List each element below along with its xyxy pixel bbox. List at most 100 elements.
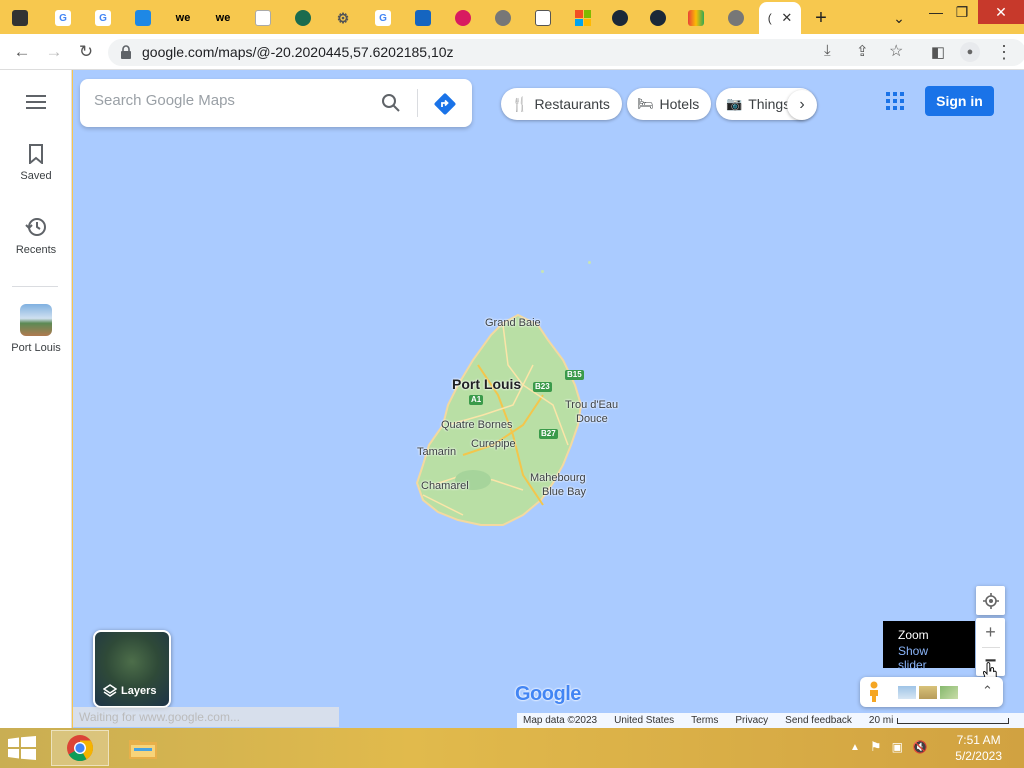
- tab-1[interactable]: [2, 5, 38, 31]
- label-quatre-bornes[interactable]: Quatre Bornes: [441, 419, 513, 431]
- tab-2[interactable]: G: [45, 5, 81, 31]
- tab-9[interactable]: ⚙: [325, 5, 361, 31]
- tab-10[interactable]: G: [365, 5, 401, 31]
- collapse-chevron-icon[interactable]: ⌃: [982, 683, 993, 699]
- sign-in-button[interactable]: Sign in: [925, 86, 994, 116]
- browser-tab-strip: G G we we ⚙ G ( ✕ + ⌄ — ❐ ✕: [0, 0, 1024, 34]
- tab-6[interactable]: we: [205, 5, 241, 31]
- tab-18[interactable]: [678, 5, 714, 31]
- tab-3[interactable]: G: [85, 5, 121, 31]
- tab-11[interactable]: [405, 5, 441, 31]
- chip-label: Restaurants: [534, 96, 610, 112]
- microsoft-icon: [575, 10, 591, 26]
- privacy-link[interactable]: Privacy: [735, 715, 768, 726]
- network-icon[interactable]: ▣: [892, 740, 903, 754]
- address-bar[interactable]: google.com/maps/@-20.2020445,57.6202185,…: [108, 39, 1024, 66]
- grid-app-icon: [12, 10, 28, 26]
- scale-bar[interactable]: 20 mi: [869, 715, 1010, 726]
- label-port-louis[interactable]: Port Louis: [452, 376, 521, 392]
- google-icon: G: [375, 10, 391, 26]
- tab-12[interactable]: [445, 5, 481, 31]
- we-icon: we: [175, 12, 191, 24]
- close-tab-icon[interactable]: ✕: [781, 10, 792, 26]
- restore-button[interactable]: ❐: [950, 0, 974, 24]
- chip-hotels[interactable]: 🛏 Hotels: [627, 88, 712, 120]
- side-panel-icon[interactable]: ◧: [926, 40, 950, 64]
- saved-button[interactable]: Saved: [0, 144, 72, 182]
- folder-icon: [129, 740, 157, 759]
- road-shield-b15: B15: [565, 370, 584, 380]
- label-chamarel[interactable]: Chamarel: [421, 480, 469, 492]
- send-feedback-link[interactable]: Send feedback: [785, 715, 852, 726]
- reload-button[interactable]: ↻: [74, 40, 98, 64]
- search-input[interactable]: [94, 92, 354, 109]
- tab-8[interactable]: [285, 5, 321, 31]
- islet: [541, 270, 544, 273]
- label-grand-baie[interactable]: Grand Baie: [485, 317, 541, 329]
- search-icon[interactable]: [381, 93, 401, 113]
- imagery-thumb-map[interactable]: [940, 686, 958, 699]
- chips-scroll-right-button[interactable]: ›: [787, 90, 817, 120]
- chip-label: Things: [748, 96, 791, 112]
- google-apps-icon[interactable]: [886, 92, 904, 110]
- steam-icon: [612, 10, 628, 26]
- app-icon: [688, 10, 704, 26]
- my-location-button[interactable]: [976, 586, 1005, 615]
- menu-button[interactable]: [0, 94, 72, 116]
- layers-label: Layers: [121, 685, 157, 697]
- zoom-tooltip-subtitle[interactable]: Show slider: [898, 644, 960, 672]
- recents-button[interactable]: Recents: [0, 216, 72, 256]
- bed-icon: 🛏: [637, 96, 654, 111]
- active-tab[interactable]: ( ✕: [759, 2, 801, 34]
- action-center-flag-icon[interactable]: ⚑: [870, 739, 882, 755]
- zoom-in-button[interactable]: +: [985, 619, 996, 647]
- label-mahebourg[interactable]: Mahebourg: [530, 472, 586, 484]
- tab-5[interactable]: we: [165, 5, 201, 31]
- share-icon[interactable]: ⇪: [856, 42, 869, 60]
- map-canvas[interactable]: Grand Baie Port Louis Trou d'Eau Douce Q…: [73, 70, 1024, 728]
- windows-start-icon[interactable]: [8, 736, 36, 760]
- bookmark-star-icon[interactable]: ☆: [889, 41, 903, 61]
- label-curepipe[interactable]: Curepipe: [471, 438, 516, 450]
- tab-4[interactable]: [125, 5, 161, 31]
- tab-7[interactable]: [245, 5, 281, 31]
- minimize-button[interactable]: —: [924, 0, 948, 24]
- recent-place-label: Port Louis: [11, 342, 61, 354]
- profile-avatar[interactable]: ●: [958, 40, 982, 64]
- status-bubble: Waiting for www.google.com...: [73, 707, 339, 727]
- taskbar-chrome-button[interactable]: [51, 730, 109, 766]
- label-trou-deau-douce[interactable]: Trou d'Eau: [565, 399, 618, 411]
- tab-19[interactable]: [718, 5, 754, 31]
- imagery-thumb-satellite[interactable]: [898, 686, 916, 699]
- tab-16[interactable]: [602, 5, 638, 31]
- layers-button[interactable]: Layers: [93, 630, 171, 708]
- google-icon: G: [95, 10, 111, 26]
- label-blue-bay[interactable]: Blue Bay: [542, 486, 586, 498]
- new-tab-button[interactable]: +: [808, 6, 834, 30]
- steam-icon: [650, 10, 666, 26]
- label-tamarin[interactable]: Tamarin: [417, 446, 456, 458]
- chip-restaurants[interactable]: 🍴 Restaurants: [501, 88, 622, 120]
- tab-15[interactable]: [565, 5, 601, 31]
- label-trou-deau-douce-2[interactable]: Douce: [576, 413, 608, 425]
- volume-muted-icon[interactable]: 🔇: [913, 740, 928, 754]
- pegman-icon[interactable]: [867, 681, 881, 703]
- region-link[interactable]: United States: [614, 715, 674, 726]
- forward-button[interactable]: →: [42, 40, 66, 64]
- install-app-icon[interactable]: ⤓: [824, 42, 831, 59]
- browser-menu-icon[interactable]: ⋮: [992, 40, 1016, 64]
- tab-search-chevron-icon[interactable]: ⌄: [886, 6, 912, 30]
- close-window-button[interactable]: ✕: [978, 0, 1024, 24]
- tab-17[interactable]: [640, 5, 676, 31]
- directions-icon[interactable]: [433, 92, 457, 116]
- imagery-thumb-terrain[interactable]: [919, 686, 937, 699]
- terms-link[interactable]: Terms: [691, 715, 718, 726]
- search-box: [80, 79, 472, 127]
- tray-chevron-icon[interactable]: ▲: [850, 742, 860, 753]
- recent-place-port-louis[interactable]: Port Louis: [0, 304, 72, 354]
- back-button[interactable]: ←: [10, 40, 34, 64]
- taskbar-clock[interactable]: 7:51 AM 5/2/2023: [955, 732, 1002, 764]
- tab-13[interactable]: [485, 5, 521, 31]
- taskbar-file-explorer-button[interactable]: [114, 730, 172, 766]
- tab-14[interactable]: [525, 5, 561, 31]
